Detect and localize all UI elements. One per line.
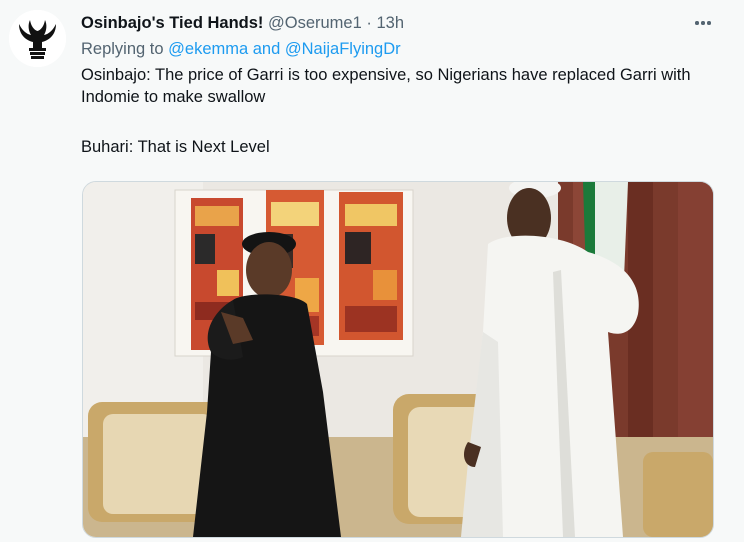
tweet-text-line-2: Buhari: That is Next Level [81, 138, 270, 156]
replying-prefix: Replying to [81, 40, 164, 58]
replying-mentions[interactable]: @ekemma and @NaijaFlyingDr [168, 40, 401, 58]
user-handle[interactable]: @Oserume1 [268, 14, 362, 32]
photo-image [83, 182, 713, 537]
tweet-text: Osinbajo: The price of Garri is too expe… [81, 64, 721, 158]
replying-to: Replying to @ekemma and @NaijaFlyingDr [81, 38, 401, 60]
tweet-photo[interactable] [82, 181, 714, 538]
timestamp[interactable]: 13h [376, 14, 404, 32]
tweet-header: Osinbajo's Tied Hands! @Oserume1 · 13h [81, 12, 404, 34]
tweet[interactable]: Osinbajo's Tied Hands! @Oserume1 · 13h R… [0, 0, 744, 542]
hands-logo-icon [9, 10, 66, 67]
separator-dot: · [366, 14, 372, 32]
avatar[interactable] [9, 10, 66, 67]
more-options-icon[interactable] [690, 12, 716, 34]
tweet-text-line-1: Osinbajo: The price of Garri is too expe… [81, 66, 691, 106]
display-name[interactable]: Osinbajo's Tied Hands! [81, 14, 263, 32]
